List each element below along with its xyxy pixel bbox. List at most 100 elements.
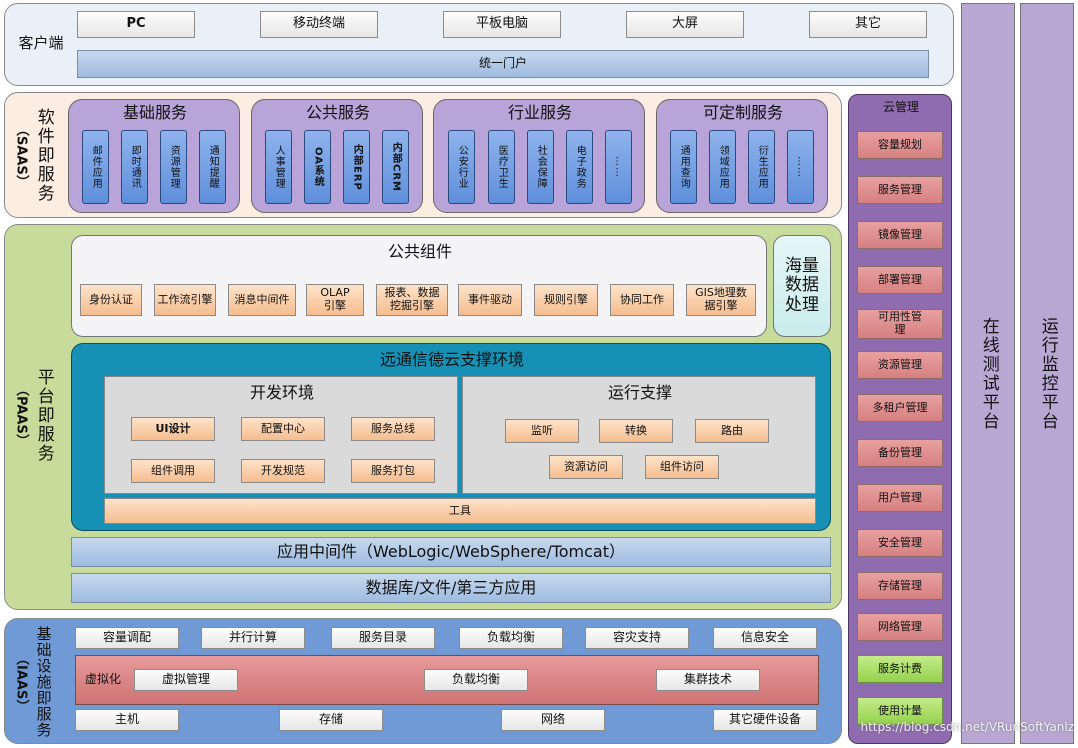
saas-item[interactable]: 人事管理 [265, 130, 292, 204]
component-message-middleware[interactable]: 消息中间件 [228, 284, 296, 316]
iaas-layer-label: 基础设施即服务 [34, 626, 53, 738]
common-components-title: 公共组件 [387, 241, 452, 261]
mgmt-backup[interactable]: 备份管理 [857, 439, 943, 467]
run-convert[interactable]: 转换 [599, 419, 673, 443]
hw-storage[interactable]: 存储 [279, 709, 383, 731]
component-rule-engine[interactable]: 规则引擎 [534, 284, 598, 316]
mgmt-availability[interactable]: 可用性管理 [857, 309, 943, 339]
hw-network[interactable]: 网络 [501, 709, 605, 731]
terminal-other[interactable]: 其它 [809, 11, 927, 38]
virtual-management[interactable]: 虚拟管理 [134, 669, 238, 691]
mgmt-capacity-planning[interactable]: 容量规划 [857, 131, 943, 159]
saas-item[interactable]: …… [605, 130, 632, 204]
terminal-pc[interactable]: PC [77, 11, 195, 38]
terminal-tablet[interactable]: 平板电脑 [443, 11, 561, 38]
saas-layer-abbr: （SAAS） [13, 122, 29, 188]
component-olap-engine[interactable]: OLAP引擎 [306, 284, 364, 316]
paas-layer-label: 平台即服务 [33, 367, 54, 463]
dev-environment-panel: 开发环境 UI设计 配置中心 服务总线 组件调用 开发规范 服务打包 [104, 376, 458, 494]
saas-item[interactable]: 资源管理 [160, 130, 187, 204]
cloud-support-environment: 远通信德云支撑环境 开发环境 UI设计 配置中心 服务总线 组件调用 开发规范 … [71, 343, 831, 531]
saas-item[interactable]: 邮件应用 [82, 130, 109, 204]
saas-group-title: 公共服务 [305, 102, 370, 122]
dev-service-packaging[interactable]: 服务打包 [351, 459, 435, 483]
terminal-mobile[interactable]: 移动终端 [260, 11, 378, 38]
cloud-management-title: 云管理 [882, 100, 919, 115]
mgmt-service[interactable]: 服务管理 [857, 176, 943, 204]
tools-bar[interactable]: 工具 [104, 498, 816, 524]
component-event-driven[interactable]: 事件驱动 [458, 284, 522, 316]
saas-item[interactable]: 通知提醒 [199, 130, 226, 204]
run-resource-access[interactable]: 资源访问 [549, 455, 623, 479]
app-middleware-bar[interactable]: 应用中间件（WebLogic/WebSphere/Tomcat） [71, 537, 831, 567]
big-data-processing[interactable]: 海量数据处理 [773, 235, 831, 337]
hw-host[interactable]: 主机 [75, 709, 179, 731]
paas-layer: 平台即服务 （PAAS） 公共组件 身份认证 工作流引擎 消息中间件 OLAP引… [4, 224, 842, 610]
iaas-layer: 基础设施即服务 （IAAS） 容量调配 并行计算 服务目录 负载均衡 容灾支持 … [4, 618, 842, 744]
component-collaboration[interactable]: 协同工作 [610, 284, 674, 316]
mgmt-multi-tenant[interactable]: 多租户管理 [857, 394, 943, 422]
cluster-technology[interactable]: 集群技术 [656, 669, 760, 691]
iaas-capacity-allocation[interactable]: 容量调配 [75, 627, 179, 649]
saas-group-title: 基础服务 [122, 102, 187, 122]
saas-group-public: 公共服务 人事管理 OA系统 内部ERP 内部CRM [251, 99, 423, 213]
dev-ui-design[interactable]: UI设计 [131, 417, 215, 441]
database-bar[interactable]: 数据库/文件/第三方应用 [71, 573, 831, 603]
dev-service-bus[interactable]: 服务总线 [351, 417, 435, 441]
saas-group-industry: 行业服务 公安行业 医疗卫生 社会保障 电子政务 …… [433, 99, 645, 213]
component-gis-engine[interactable]: GIS地理数据引擎 [686, 284, 756, 316]
watermark-text: https://blog.csdn.net/VRunSoftYanlz [860, 720, 1074, 734]
mgmt-user[interactable]: 用户管理 [857, 484, 943, 512]
mgmt-network[interactable]: 网络管理 [857, 613, 943, 641]
saas-item[interactable]: OA系统 [304, 130, 331, 204]
iaas-info-security[interactable]: 信息安全 [713, 627, 817, 649]
monitoring-platform[interactable]: 运行监控平台 [1020, 3, 1074, 744]
saas-item[interactable]: 通用查询 [670, 130, 697, 204]
iaas-disaster-recovery[interactable]: 容灾支持 [585, 627, 689, 649]
saas-item[interactable]: 即时通讯 [121, 130, 148, 204]
run-component-access[interactable]: 组件访问 [645, 455, 719, 479]
mgmt-image[interactable]: 镜像管理 [857, 221, 943, 249]
online-test-platform[interactable]: 在线测试平台 [961, 3, 1015, 744]
hw-other-devices[interactable]: 其它硬件设备 [713, 709, 817, 731]
mgmt-security[interactable]: 安全管理 [857, 529, 943, 557]
saas-group-basic: 基础服务 邮件应用 即时通讯 资源管理 通知提醒 [68, 99, 240, 213]
client-layer-label: 客户端 [18, 34, 64, 53]
dev-standards[interactable]: 开发规范 [241, 459, 325, 483]
saas-item[interactable]: 内部CRM [382, 130, 409, 204]
iaas-load-balancing[interactable]: 负载均衡 [459, 627, 563, 649]
dev-component-call[interactable]: 组件调用 [131, 459, 215, 483]
runtime-support-title: 运行支撑 [607, 382, 672, 402]
iaas-layer-abbr: （IAAS） [13, 651, 29, 713]
iaas-parallel-computing[interactable]: 并行计算 [201, 627, 305, 649]
big-data-label: 海量数据处理 [785, 255, 819, 315]
unified-portal[interactable]: 统一门户 [77, 50, 929, 78]
run-routing[interactable]: 路由 [695, 419, 769, 443]
mgmt-deployment[interactable]: 部署管理 [857, 266, 943, 294]
saas-item[interactable]: 社会保障 [527, 130, 554, 204]
saas-item[interactable]: 医疗卫生 [488, 130, 515, 204]
saas-item[interactable]: 领域应用 [709, 130, 736, 204]
run-listen[interactable]: 监听 [505, 419, 579, 443]
common-components-panel: 公共组件 身份认证 工作流引擎 消息中间件 OLAP引擎 报表、数据挖掘引擎 事… [71, 235, 767, 337]
saas-item[interactable]: …… [787, 130, 814, 204]
saas-layer: 软件即服务 （SAAS） 基础服务 邮件应用 即时通讯 资源管理 通知提醒 公共… [4, 92, 842, 218]
paas-layer-abbr: （PAAS） [13, 383, 29, 447]
online-test-platform-label: 在线测试平台 [978, 316, 999, 431]
component-workflow-engine[interactable]: 工作流引擎 [154, 284, 216, 316]
terminal-big-screen[interactable]: 大屏 [626, 11, 744, 38]
mgmt-billing[interactable]: 服务计费 [857, 655, 943, 683]
dev-config-center[interactable]: 配置中心 [241, 417, 325, 441]
cloud-env-title: 远通信德云支撑环境 [379, 349, 524, 369]
mgmt-resource[interactable]: 资源管理 [857, 351, 943, 379]
saas-item[interactable]: 内部ERP [343, 130, 370, 204]
saas-item[interactable]: 公安行业 [448, 130, 475, 204]
saas-item[interactable]: 衍生应用 [748, 130, 775, 204]
component-report-mining-engine[interactable]: 报表、数据挖掘引擎 [376, 284, 448, 316]
saas-item[interactable]: 电子政务 [566, 130, 593, 204]
mgmt-storage[interactable]: 存储管理 [857, 572, 943, 600]
cloud-management-column: 云管理 容量规划 服务管理 镜像管理 部署管理 可用性管理 资源管理 多租户管理… [848, 94, 952, 744]
virtual-load-balancing[interactable]: 负载均衡 [424, 669, 528, 691]
component-identity-auth[interactable]: 身份认证 [80, 284, 142, 316]
iaas-service-catalog[interactable]: 服务目录 [331, 627, 435, 649]
